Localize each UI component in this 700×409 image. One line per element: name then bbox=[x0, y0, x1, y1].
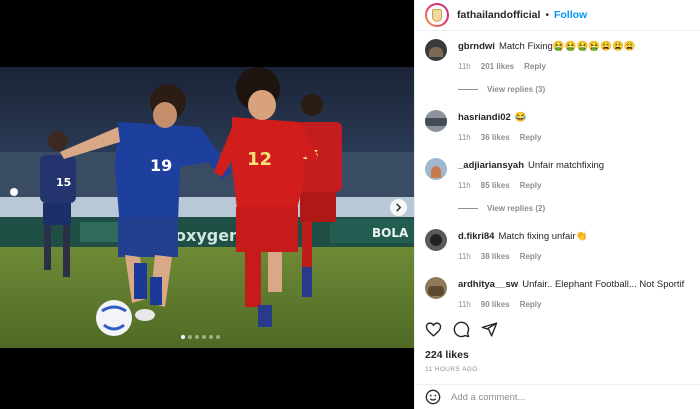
comment-username[interactable]: hasriandi02 bbox=[458, 112, 511, 123]
commenter-avatar[interactable] bbox=[425, 158, 447, 180]
comment-likes[interactable]: 38 likes bbox=[481, 252, 510, 261]
avatar[interactable] bbox=[425, 3, 449, 27]
comment-likes[interactable]: 201 likes bbox=[481, 62, 514, 71]
comment-text: 😂 bbox=[514, 112, 527, 123]
comment-username[interactable]: _adjiariansyah bbox=[458, 160, 524, 171]
view-replies-button[interactable]: View replies (3) bbox=[458, 85, 545, 94]
carousel-dot bbox=[202, 335, 206, 339]
commenter-avatar[interactable] bbox=[425, 229, 447, 251]
chevron-right-icon bbox=[396, 203, 402, 212]
comment-time: 11h bbox=[458, 300, 471, 309]
view-replies-button[interactable]: View replies (2) bbox=[458, 204, 545, 213]
post-username[interactable]: fathailandofficial bbox=[457, 9, 540, 21]
carousel-indicator bbox=[181, 335, 220, 339]
post-side-panel: fathailandofficial • Follow gbrndwi Match… bbox=[414, 0, 700, 409]
comments-list: gbrndwi Match Fixing🤮🤮🤮🤮😩😩😩 11h 201 likes R… bbox=[415, 31, 700, 316]
carousel-dot bbox=[181, 335, 185, 339]
post-timestamp: 11 HOURS AGO bbox=[425, 366, 478, 373]
separator-dot: • bbox=[545, 9, 549, 21]
post-photo[interactable]: oxygen BOLA 15 15 bbox=[0, 67, 414, 348]
smiley-icon[interactable] bbox=[425, 389, 441, 405]
comment-username[interactable]: ardhitya__sw bbox=[458, 279, 518, 290]
carousel-dot bbox=[216, 335, 220, 339]
heart-icon[interactable] bbox=[425, 321, 442, 338]
comment-username[interactable]: gbrndwi bbox=[458, 41, 495, 52]
comment-time: 11h bbox=[458, 252, 471, 261]
next-image-button[interactable] bbox=[390, 199, 407, 216]
comment-time: 11h bbox=[458, 62, 471, 71]
view-replies-label: View replies (2) bbox=[487, 204, 546, 213]
carousel-dot bbox=[195, 335, 199, 339]
instagram-post-view: oxygen BOLA 15 15 bbox=[0, 0, 700, 409]
comment-username[interactable]: d.fikri84 bbox=[458, 231, 494, 242]
comment-time: 11h bbox=[458, 181, 471, 190]
comment-composer bbox=[415, 384, 700, 409]
comment-text: Unfair matchfixing bbox=[528, 160, 605, 171]
comment-likes[interactable]: 85 likes bbox=[481, 181, 510, 190]
svg-text:19: 19 bbox=[150, 156, 172, 175]
reply-button[interactable]: Reply bbox=[520, 300, 542, 309]
comment-text: Match Fixing🤮🤮🤮🤮😩😩😩 bbox=[498, 41, 636, 52]
view-replies-label: View replies (3) bbox=[487, 85, 546, 94]
post-actions bbox=[425, 321, 498, 338]
reply-button[interactable]: Reply bbox=[520, 133, 542, 142]
media-panel: oxygen BOLA 15 15 bbox=[0, 0, 414, 409]
comment-likes[interactable]: 36 likes bbox=[481, 133, 510, 142]
comment-likes[interactable]: 90 likes bbox=[481, 300, 510, 309]
commenter-avatar[interactable] bbox=[425, 277, 447, 299]
crest-icon bbox=[432, 8, 442, 22]
football bbox=[96, 300, 132, 336]
comment-icon[interactable] bbox=[453, 321, 470, 338]
likes-count[interactable]: 224 likes bbox=[425, 349, 469, 361]
svg-text:12: 12 bbox=[247, 149, 272, 170]
comment-text: Match fixing unfair👏 bbox=[498, 231, 588, 242]
commenter-avatar[interactable] bbox=[425, 110, 447, 132]
carousel-dot bbox=[209, 335, 213, 339]
post-header: fathailandofficial • Follow bbox=[415, 0, 700, 31]
reply-button[interactable]: Reply bbox=[524, 62, 546, 71]
comment-input[interactable] bbox=[451, 391, 671, 403]
reply-button[interactable]: Reply bbox=[520, 181, 542, 190]
share-icon[interactable] bbox=[481, 321, 498, 338]
carousel-dot bbox=[188, 335, 192, 339]
svg-text:15: 15 bbox=[56, 176, 71, 189]
reply-button[interactable]: Reply bbox=[520, 252, 542, 261]
follow-button[interactable]: Follow bbox=[554, 9, 587, 21]
svg-text:BOLA: BOLA bbox=[372, 226, 409, 240]
comment-text: Unfair.. Elephant Football... Not Sporti… bbox=[522, 279, 685, 290]
svg-text:oxygen: oxygen bbox=[175, 226, 240, 245]
commenter-avatar[interactable] bbox=[425, 39, 447, 61]
comment-time: 11h bbox=[458, 133, 471, 142]
